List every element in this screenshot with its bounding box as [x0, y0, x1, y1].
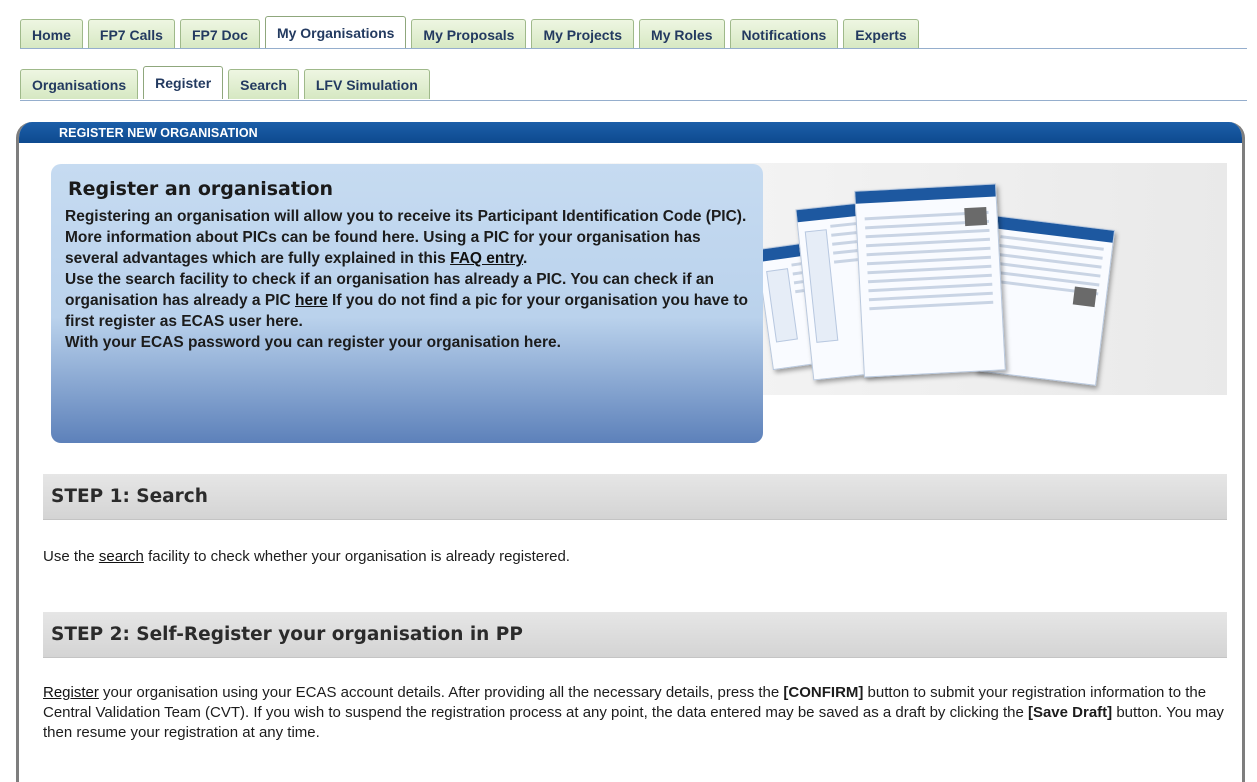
register-panel: REGISTER NEW ORGANISATION Register an or… [16, 122, 1245, 782]
info-paragraph-faq: More information about PICs can be found… [65, 229, 701, 267]
tab-my-organisations[interactable]: My Organisations [264, 16, 407, 49]
register-link[interactable]: Register [43, 684, 99, 701]
subtab-register[interactable]: Register [143, 66, 224, 99]
here-link[interactable]: here [295, 292, 328, 309]
panel-header: REGISTER NEW ORGANISATION [19, 122, 1242, 143]
main-tabs: Home FP7 Calls FP7 Doc My Organisations … [20, 16, 924, 49]
subtab-lfv-simulation[interactable]: LFV Simulation [303, 69, 430, 99]
tab-fp7-calls[interactable]: FP7 Calls [87, 19, 175, 49]
step2-text: Register your organisation using your EC… [43, 684, 1224, 741]
step1-text: Use the search facility to check whether… [43, 548, 570, 565]
info-paragraph-search: Use the search facility to check if an o… [65, 271, 748, 330]
tab-my-projects[interactable]: My Projects [531, 19, 635, 49]
tab-experts[interactable]: Experts [843, 19, 919, 49]
register-info-box: Register an organisation Registering an … [51, 164, 763, 443]
tab-home[interactable]: Home [20, 19, 83, 49]
documents-illustration [755, 182, 1116, 402]
tab-divider [20, 48, 1247, 49]
tab-my-roles[interactable]: My Roles [639, 19, 725, 49]
search-link[interactable]: search [99, 548, 144, 565]
subtab-search[interactable]: Search [228, 69, 299, 99]
info-paragraph-pic: Registering an organisation will allow y… [65, 208, 747, 225]
confirm-label: [CONFIRM] [783, 684, 864, 701]
subtab-organisations[interactable]: Organisations [20, 69, 139, 99]
info-paragraph-ecas: With your ECAS password you can register… [65, 334, 561, 351]
subtab-divider [20, 100, 1247, 101]
tab-my-proposals[interactable]: My Proposals [411, 19, 527, 49]
step2-heading: STEP 2: Self-Register your organisation … [43, 612, 1227, 658]
faq-entry-link[interactable]: FAQ entry [450, 250, 523, 267]
tab-notifications[interactable]: Notifications [729, 19, 839, 49]
save-draft-label: [Save Draft] [1027, 704, 1113, 721]
info-title: Register an organisation [68, 178, 334, 200]
sub-tabs: Organisations Register Search LFV Simula… [20, 66, 435, 99]
step1-heading: STEP 1: Search [43, 474, 1227, 520]
tab-fp7-doc[interactable]: FP7 Doc [179, 19, 260, 49]
